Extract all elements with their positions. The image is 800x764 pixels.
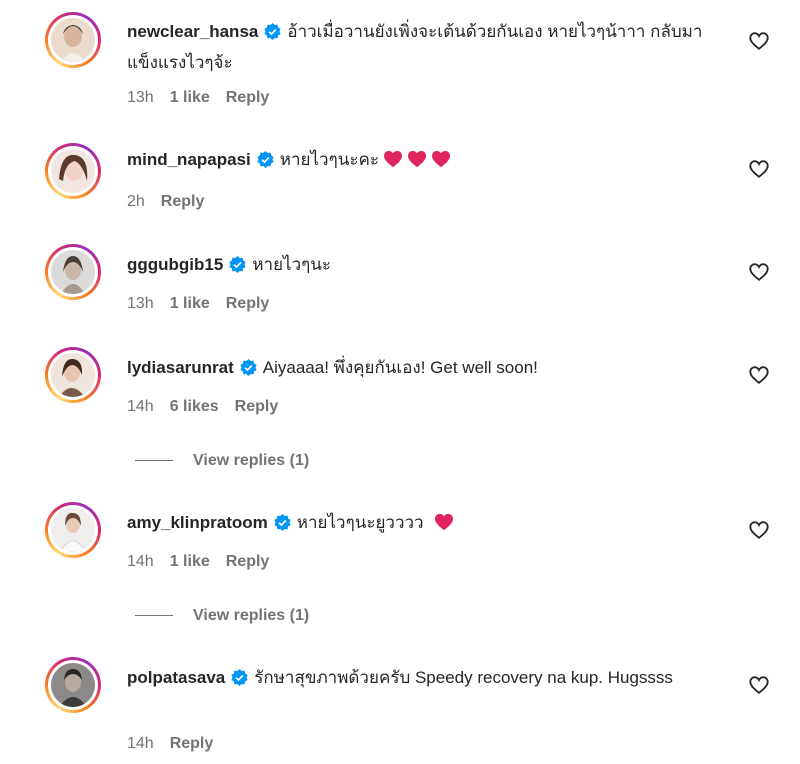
avatar[interactable] [45,244,101,300]
heart-emoji-icon [434,512,454,540]
avatar[interactable] [45,657,101,713]
heart-outline-icon[interactable] [748,364,770,386]
view-replies-label[interactable]: View replies (1) [193,607,309,624]
verified-badge-icon [257,149,274,177]
comment-time: 2h [127,193,145,210]
comment-username[interactable]: newclear_hansa [127,22,258,41]
reply-button[interactable]: Reply [226,553,270,570]
comment-body: gggubgib15 หายไวๆนะ [127,251,717,282]
divider-line [135,460,173,462]
comment-time: 13h [127,295,154,312]
avatar[interactable] [45,347,101,403]
divider-line [135,615,173,617]
comment-body: polpatasava รักษาสุขภาพด้วยครับ Speedy re… [127,664,717,695]
comment-body: amy_klinpratoom หายไวๆนะยูวววว [127,509,717,540]
comment-text: หายไวๆนะ [252,255,332,274]
comment-time: 13h [127,89,154,106]
heart-outline-icon[interactable] [748,674,770,696]
comment-time: 14h [127,398,154,415]
comment-meta: 2h Reply [127,192,220,212]
heart-outline-icon[interactable] [748,158,770,180]
verified-badge-icon [240,357,257,385]
verified-badge-icon [264,21,282,49]
comment-likes[interactable]: 6 likes [170,398,219,415]
heart-outline-icon[interactable] [748,519,770,541]
comment-meta: 14h Reply [127,734,229,754]
reply-button[interactable]: Reply [161,193,205,210]
verified-badge-icon [274,512,291,540]
avatar[interactable] [45,143,101,199]
reply-button[interactable]: Reply [226,89,270,106]
comment-meta: 14h 6 likes Reply [127,397,294,417]
comment-meta: 14h 1 like Reply [127,552,285,572]
heart-emoji-icon [407,149,427,177]
comment-text: หายไวๆนะคะ [279,150,379,169]
comment-body: mind_napapasi หายไวๆนะคะ [127,146,717,177]
reply-button[interactable]: Reply [226,295,270,312]
view-replies-button[interactable]: View replies (1) [135,451,309,471]
avatar[interactable] [45,12,101,68]
comment-username[interactable]: mind_napapasi [127,150,251,169]
comment-meta: 13h 1 like Reply [127,294,285,314]
heart-emoji-icon [383,149,403,177]
comment-time: 14h [127,735,154,752]
avatar[interactable] [45,502,101,558]
comment-likes[interactable]: 1 like [170,553,210,570]
comment-time: 14h [127,553,154,570]
view-replies-label[interactable]: View replies (1) [193,452,309,469]
verified-badge-icon [231,667,248,695]
comment-text: Aiyaaaa! พึ่งคุยกันเอง! Get well soon! [262,358,538,377]
view-replies-button[interactable]: View replies (1) [135,606,309,626]
heart-outline-icon[interactable] [748,30,770,52]
reply-button[interactable]: Reply [170,735,214,752]
comment-likes[interactable]: 1 like [170,295,210,312]
comment-body: newclear_hansa อ้าวเมื่อวานยังเพิ่งจะเต้น… [127,18,717,77]
heart-emoji-icon [431,149,451,177]
comment-text: รักษาสุขภาพด้วยครับ Speedy recovery na k… [254,668,673,687]
comment-body: lydiasarunrat Aiyaaaa! พึ่งคุยกันเอง! Get… [127,354,717,385]
comment-username[interactable]: lydiasarunrat [127,358,234,377]
comment-text: หายไวๆนะยูวววว [296,513,424,532]
comment-meta: 13h 1 like Reply [127,88,285,108]
comment-username[interactable]: polpatasava [127,668,225,687]
verified-badge-icon [229,254,246,282]
heart-outline-icon[interactable] [748,261,770,283]
comment-username[interactable]: gggubgib15 [127,255,223,274]
comment-username[interactable]: amy_klinpratoom [127,513,268,532]
comment-likes[interactable]: 1 like [170,89,210,106]
reply-button[interactable]: Reply [235,398,279,415]
